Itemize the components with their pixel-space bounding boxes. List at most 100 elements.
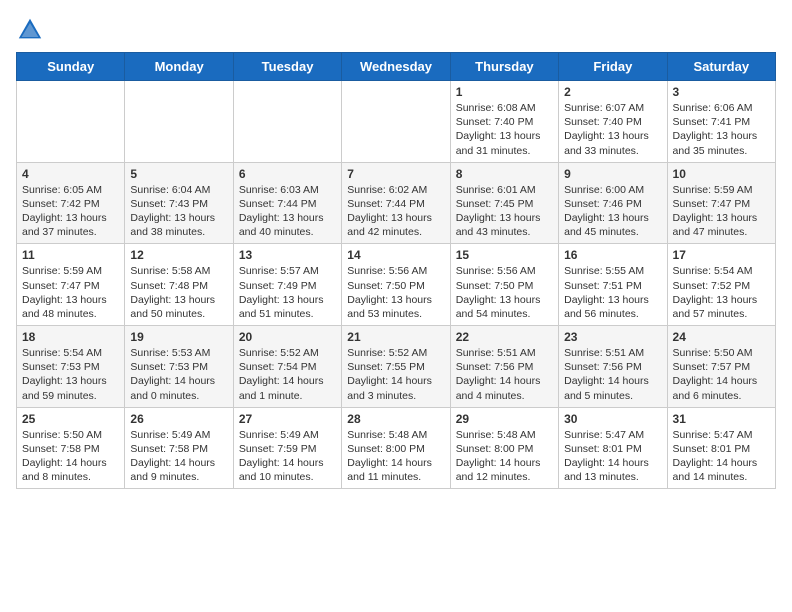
- day-number: 19: [130, 330, 227, 344]
- day-number: 23: [564, 330, 661, 344]
- day-number: 22: [456, 330, 553, 344]
- calendar-cell: 27 Sunrise: 5:49 AMSunset: 7:59 PMDayligh…: [233, 407, 341, 489]
- calendar-cell: 4 Sunrise: 6:05 AMSunset: 7:42 PMDaylight…: [17, 162, 125, 244]
- day-info: Sunrise: 6:06 AMSunset: 7:41 PMDaylight:…: [673, 101, 770, 158]
- calendar-table: SundayMondayTuesdayWednesdayThursdayFrid…: [16, 52, 776, 489]
- day-number: 14: [347, 248, 444, 262]
- calendar-cell: 21 Sunrise: 5:52 AMSunset: 7:55 PMDayligh…: [342, 326, 450, 408]
- calendar-cell: 9 Sunrise: 6:00 AMSunset: 7:46 PMDaylight…: [559, 162, 667, 244]
- day-number: 7: [347, 167, 444, 181]
- calendar-cell: [342, 81, 450, 163]
- calendar-header-row: SundayMondayTuesdayWednesdayThursdayFrid…: [17, 53, 776, 81]
- day-info: Sunrise: 5:51 AMSunset: 7:56 PMDaylight:…: [456, 346, 553, 403]
- calendar-week-row: 11 Sunrise: 5:59 AMSunset: 7:47 PMDayligh…: [17, 244, 776, 326]
- day-number: 31: [673, 412, 770, 426]
- day-number: 13: [239, 248, 336, 262]
- calendar-cell: 23 Sunrise: 5:51 AMSunset: 7:56 PMDayligh…: [559, 326, 667, 408]
- calendar-cell: 14Sunrise: 5:56 AMSunset: 7:50 PMDayligh…: [342, 244, 450, 326]
- day-number: 1: [456, 85, 553, 99]
- day-info: Sunrise: 5:51 AMSunset: 7:56 PMDaylight:…: [564, 346, 661, 403]
- day-number: 17: [673, 248, 770, 262]
- day-number: 10: [673, 167, 770, 181]
- calendar-cell: 19Sunrise: 5:53 AMSunset: 7:53 PMDayligh…: [125, 326, 233, 408]
- calendar-cell: 31 Sunrise: 5:47 AMSunset: 8:01 PMDayligh…: [667, 407, 775, 489]
- day-info: Sunrise: 6:05 AMSunset: 7:42 PMDaylight:…: [22, 183, 119, 240]
- calendar-cell: 5 Sunrise: 6:04 AMSunset: 7:43 PMDaylight…: [125, 162, 233, 244]
- calendar-cell: 28 Sunrise: 5:48 AMSunset: 8:00 PMDayligh…: [342, 407, 450, 489]
- day-number: 20: [239, 330, 336, 344]
- day-number: 11: [22, 248, 119, 262]
- calendar-cell: 16Sunrise: 5:55 AMSunset: 7:51 PMDayligh…: [559, 244, 667, 326]
- calendar-cell: 15 Sunrise: 5:56 AMSunset: 7:50 PMDayligh…: [450, 244, 558, 326]
- day-number: 3: [673, 85, 770, 99]
- day-info: Sunrise: 5:48 AMSunset: 8:00 PMDaylight:…: [347, 428, 444, 485]
- day-of-week-header: Thursday: [450, 53, 558, 81]
- day-of-week-header: Sunday: [17, 53, 125, 81]
- calendar-cell: 26 Sunrise: 5:49 AMSunset: 7:58 PMDayligh…: [125, 407, 233, 489]
- day-info: Sunrise: 6:07 AMSunset: 7:40 PMDaylight:…: [564, 101, 661, 158]
- day-info: Sunrise: 5:54 AMSunset: 7:53 PMDaylight:…: [22, 346, 119, 403]
- day-info: Sunrise: 5:57 AMSunset: 7:49 PMDaylight:…: [239, 264, 336, 321]
- day-number: 15: [456, 248, 553, 262]
- day-number: 21: [347, 330, 444, 344]
- calendar-week-row: 25Sunrise: 5:50 AMSunset: 7:58 PMDayligh…: [17, 407, 776, 489]
- day-number: 6: [239, 167, 336, 181]
- calendar-week-row: 18 Sunrise: 5:54 AMSunset: 7:53 PMDayligh…: [17, 326, 776, 408]
- calendar-cell: [233, 81, 341, 163]
- day-of-week-header: Wednesday: [342, 53, 450, 81]
- calendar-cell: 6 Sunrise: 6:03 AMSunset: 7:44 PMDaylight…: [233, 162, 341, 244]
- day-info: Sunrise: 5:47 AMSunset: 8:01 PMDaylight:…: [564, 428, 661, 485]
- day-number: 12: [130, 248, 227, 262]
- calendar-week-row: 4 Sunrise: 6:05 AMSunset: 7:42 PMDaylight…: [17, 162, 776, 244]
- day-of-week-header: Tuesday: [233, 53, 341, 81]
- day-info: Sunrise: 5:56 AMSunset: 7:50 PMDaylight:…: [456, 264, 553, 321]
- calendar-cell: 22 Sunrise: 5:51 AMSunset: 7:56 PMDayligh…: [450, 326, 558, 408]
- day-info: Sunrise: 5:59 AMSunset: 7:47 PMDaylight:…: [22, 264, 119, 321]
- calendar-week-row: 1 Sunrise: 6:08 AMSunset: 7:40 PMDaylight…: [17, 81, 776, 163]
- day-number: 28: [347, 412, 444, 426]
- day-info: Sunrise: 5:52 AMSunset: 7:54 PMDaylight:…: [239, 346, 336, 403]
- day-info: Sunrise: 5:47 AMSunset: 8:01 PMDaylight:…: [673, 428, 770, 485]
- day-number: 2: [564, 85, 661, 99]
- day-of-week-header: Saturday: [667, 53, 775, 81]
- calendar-cell: 11 Sunrise: 5:59 AMSunset: 7:47 PMDayligh…: [17, 244, 125, 326]
- calendar-cell: 10 Sunrise: 5:59 AMSunset: 7:47 PMDayligh…: [667, 162, 775, 244]
- day-number: 18: [22, 330, 119, 344]
- day-info: Sunrise: 5:59 AMSunset: 7:47 PMDaylight:…: [673, 183, 770, 240]
- day-number: 5: [130, 167, 227, 181]
- day-info: Sunrise: 5:54 AMSunset: 7:52 PMDaylight:…: [673, 264, 770, 321]
- day-info: Sunrise: 5:52 AMSunset: 7:55 PMDaylight:…: [347, 346, 444, 403]
- logo-icon: [16, 16, 44, 44]
- day-of-week-header: Friday: [559, 53, 667, 81]
- calendar-cell: 18 Sunrise: 5:54 AMSunset: 7:53 PMDayligh…: [17, 326, 125, 408]
- calendar-cell: 25Sunrise: 5:50 AMSunset: 7:58 PMDayligh…: [17, 407, 125, 489]
- day-number: 29: [456, 412, 553, 426]
- day-number: 16: [564, 248, 661, 262]
- day-info: Sunrise: 6:04 AMSunset: 7:43 PMDaylight:…: [130, 183, 227, 240]
- calendar-cell: 1 Sunrise: 6:08 AMSunset: 7:40 PMDaylight…: [450, 81, 558, 163]
- day-number: 4: [22, 167, 119, 181]
- day-number: 27: [239, 412, 336, 426]
- day-number: 24: [673, 330, 770, 344]
- day-info: Sunrise: 6:03 AMSunset: 7:44 PMDaylight:…: [239, 183, 336, 240]
- day-info: Sunrise: 5:49 AMSunset: 7:59 PMDaylight:…: [239, 428, 336, 485]
- day-number: 9: [564, 167, 661, 181]
- day-info: Sunrise: 5:50 AMSunset: 7:57 PMDaylight:…: [673, 346, 770, 403]
- day-info: Sunrise: 5:49 AMSunset: 7:58 PMDaylight:…: [130, 428, 227, 485]
- day-number: 8: [456, 167, 553, 181]
- day-number: 26: [130, 412, 227, 426]
- calendar-cell: 2 Sunrise: 6:07 AMSunset: 7:40 PMDaylight…: [559, 81, 667, 163]
- calendar-cell: 20 Sunrise: 5:52 AMSunset: 7:54 PMDayligh…: [233, 326, 341, 408]
- calendar-cell: 30 Sunrise: 5:47 AMSunset: 8:01 PMDayligh…: [559, 407, 667, 489]
- calendar-cell: 8 Sunrise: 6:01 AMSunset: 7:45 PMDaylight…: [450, 162, 558, 244]
- day-info: Sunrise: 6:08 AMSunset: 7:40 PMDaylight:…: [456, 101, 553, 158]
- calendar-cell: 24 Sunrise: 5:50 AMSunset: 7:57 PMDayligh…: [667, 326, 775, 408]
- day-info: Sunrise: 5:58 AMSunset: 7:48 PMDaylight:…: [130, 264, 227, 321]
- day-number: 30: [564, 412, 661, 426]
- page-header: [16, 16, 776, 44]
- day-info: Sunrise: 5:50 AMSunset: 7:58 PMDaylight:…: [22, 428, 119, 485]
- calendar-cell: 13 Sunrise: 5:57 AMSunset: 7:49 PMDayligh…: [233, 244, 341, 326]
- day-info: Sunrise: 6:00 AMSunset: 7:46 PMDaylight:…: [564, 183, 661, 240]
- day-info: Sunrise: 6:01 AMSunset: 7:45 PMDaylight:…: [456, 183, 553, 240]
- day-info: Sunrise: 5:48 AMSunset: 8:00 PMDaylight:…: [456, 428, 553, 485]
